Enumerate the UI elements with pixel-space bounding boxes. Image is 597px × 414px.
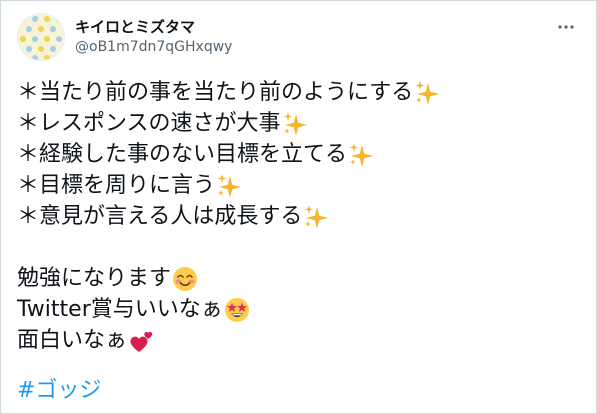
more-options-button[interactable] bbox=[556, 19, 576, 35]
more-dots-icon bbox=[558, 25, 574, 29]
avatar[interactable] bbox=[17, 13, 65, 61]
tweet-line-text: 面白いなぁ bbox=[17, 328, 128, 353]
star-struck-icon bbox=[224, 297, 250, 323]
tweet-line-text: ＊意見が言える人は成長する bbox=[17, 204, 303, 229]
display-name[interactable]: キイロとミズタマ bbox=[75, 17, 232, 37]
tweet-line-text: ＊目標を周りに言う bbox=[17, 173, 216, 198]
tweet-line-text: 勉強になります bbox=[17, 266, 172, 291]
tweet-line: 面白いなぁ bbox=[17, 325, 580, 356]
sparkles-icon bbox=[303, 204, 329, 230]
tweet-line-text: Twitter賞与いいなぁ bbox=[17, 297, 223, 322]
smiling-face-blush-icon bbox=[172, 266, 198, 292]
tweet-line-text: ＊経験した事のない目標を立てる bbox=[17, 142, 348, 167]
tweet-text: ＊当たり前の事を当たり前のようにする ＊レスポンスの速さが大事 ＊経験した事のな… bbox=[17, 77, 580, 356]
tweet-line: ＊経験した事のない目標を立てる bbox=[17, 139, 580, 170]
sparkles-icon bbox=[348, 142, 374, 168]
tweet-line-text: ＊当たり前の事を当たり前のようにする bbox=[17, 80, 414, 105]
tweet-line: ＊意見が言える人は成長する bbox=[17, 201, 580, 232]
tweet-line: Twitter賞与いいなぁ bbox=[17, 294, 580, 325]
tweet-card: キイロとミズタマ @oB1m7dn7qGHxqwy ＊当たり前の事を当たり前のよ… bbox=[0, 0, 597, 414]
sparkles-icon bbox=[414, 80, 440, 106]
sparkles-icon bbox=[282, 111, 308, 137]
two-hearts-icon bbox=[128, 328, 154, 354]
user-handle[interactable]: @oB1m7dn7qGHxqwy bbox=[75, 37, 232, 57]
tweet-line: 勉強になります bbox=[17, 263, 580, 294]
sparkles-icon bbox=[216, 173, 242, 199]
tweet-header: キイロとミズタマ @oB1m7dn7qGHxqwy bbox=[17, 13, 580, 61]
hashtag-link[interactable]: #ゴッジ bbox=[17, 375, 101, 406]
tweet-line-text: ＊レスポンスの速さが大事 bbox=[17, 111, 281, 136]
tweet-line: ＊目標を周りに言う bbox=[17, 170, 580, 201]
tweet-line: ＊当たり前の事を当たり前のようにする bbox=[17, 77, 580, 108]
user-identity: キイロとミズタマ @oB1m7dn7qGHxqwy bbox=[75, 17, 232, 57]
tweet-line: ＊レスポンスの速さが大事 bbox=[17, 108, 580, 139]
polka-dot-avatar-icon bbox=[18, 14, 64, 60]
